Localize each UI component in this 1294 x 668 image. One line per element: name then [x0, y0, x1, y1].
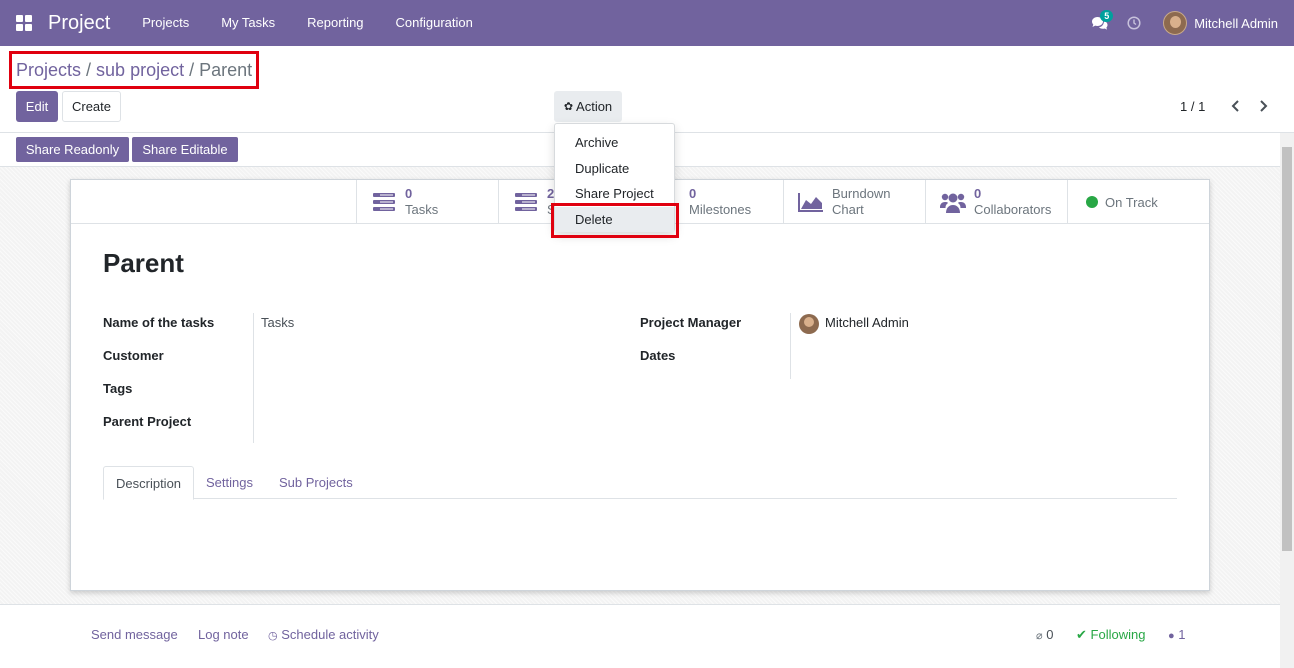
tasks-label: Tasks [405, 202, 439, 217]
field-value-project-manager[interactable]: Mitchell Admin [825, 315, 909, 330]
create-button[interactable]: Create [62, 91, 121, 122]
sub-tasks-icon [513, 189, 539, 215]
field-divider-left [253, 313, 254, 443]
followers-button[interactable]: ● 1 [1168, 627, 1186, 642]
action-button[interactable]: ✿ Action [554, 91, 622, 122]
apps-menu-icon[interactable] [0, 0, 48, 46]
milestones-count: 0 [689, 186, 697, 201]
control-panel: Projects / sub project / Parent Edit Cre… [0, 46, 1294, 133]
gear-icon: ✿ [563, 101, 574, 113]
pager-next-button[interactable] [1253, 96, 1273, 116]
scrollbar-thumb[interactable] [1282, 147, 1292, 551]
followers-count: 1 [1178, 627, 1186, 642]
record-title: Parent [103, 248, 184, 278]
stat-collaborators[interactable]: 0 Collaborators [925, 180, 1067, 224]
chevron-left-icon [1231, 100, 1239, 112]
share-readonly-button[interactable]: Share Readonly [16, 137, 129, 162]
edit-button[interactable]: Edit [16, 91, 58, 122]
app-brand[interactable]: Project [48, 12, 110, 35]
tab-description[interactable]: Description [103, 466, 195, 500]
chevron-right-icon [1260, 100, 1268, 112]
attachments-count: 0 [1046, 627, 1054, 642]
pager-value[interactable]: 1 / 1 [1180, 99, 1205, 114]
stat-tasks[interactable]: 0 Tasks [356, 180, 498, 224]
send-message-button[interactable]: Send message [91, 627, 178, 642]
burndown-label-line1: Burndown [832, 186, 891, 201]
user-avatar [1163, 11, 1188, 35]
notebook-tabs: Description Settings Sub Projects [103, 466, 1177, 500]
milestones-label: Milestones [689, 202, 752, 217]
chat-icon[interactable]: 5 [1079, 0, 1119, 46]
attachments-button[interactable]: ⌀ 0 [1036, 627, 1053, 642]
pager-previous-button[interactable] [1226, 96, 1246, 116]
field-label-dates: Dates [640, 348, 676, 363]
chatter-bar: Send message Log note ◷ Schedule activit… [0, 604, 1280, 668]
field-divider-right [790, 313, 791, 379]
log-note-button[interactable]: Log note [198, 627, 249, 642]
user-menu[interactable]: Mitchell Admin [1149, 0, 1294, 46]
check-icon: ✔ [1076, 627, 1087, 642]
following-button[interactable]: ✔ Following [1076, 627, 1145, 643]
burndown-label-line2: Chart [832, 202, 864, 217]
page-scrollbar[interactable] [1280, 133, 1294, 668]
user-icon: ● [1168, 630, 1175, 642]
tasks-count: 0 [405, 186, 413, 201]
menu-projects[interactable]: Projects [126, 0, 205, 46]
clock-icon: ◷ [268, 630, 278, 642]
menu-item-duplicate[interactable]: Duplicate [555, 156, 674, 181]
status-label: On Track [1105, 194, 1158, 210]
field-label-parent-project: Parent Project [103, 414, 192, 429]
following-label: Following [1090, 627, 1146, 642]
field-label-customer: Customer [103, 348, 164, 363]
menu-my-tasks[interactable]: My Tasks [205, 0, 291, 46]
status-dot-icon [1086, 196, 1098, 208]
tasks-icon [371, 189, 397, 215]
field-value-name-of-tasks[interactable]: Tasks [261, 315, 294, 330]
share-editable-button[interactable]: Share Editable [132, 137, 238, 162]
users-icon [940, 189, 966, 215]
area-chart-icon [798, 189, 824, 215]
user-name: Mitchell Admin [1194, 15, 1278, 31]
field-label-tags: Tags [103, 381, 133, 396]
tab-sub-projects[interactable]: Sub Projects [267, 466, 365, 499]
schedule-activity-label: Schedule activity [281, 627, 379, 642]
manager-avatar [799, 314, 819, 334]
delete-highlight-box [551, 203, 679, 238]
top-navbar: Project Projects My Tasks Reporting Conf… [0, 0, 1294, 46]
breadcrumb-highlight-box [9, 51, 259, 89]
form-sheet: 0 Tasks 2 S 0 Milestones Burndown Chart … [70, 179, 1210, 591]
field-label-project-manager: Project Manager [640, 315, 742, 330]
schedule-activity-button[interactable]: ◷ Schedule activity [268, 627, 379, 642]
menu-configuration[interactable]: Configuration [380, 0, 489, 46]
chat-count-badge: 5 [1100, 10, 1114, 22]
stat-status[interactable]: On Track [1067, 180, 1209, 224]
collaborators-label: Collaborators [974, 202, 1052, 217]
activity-clock-icon[interactable] [1119, 0, 1149, 46]
action-button-label: Action [576, 99, 613, 114]
field-label-name-of-tasks: Name of the tasks [103, 315, 215, 330]
paperclip-icon: ⌀ [1036, 630, 1043, 642]
tab-settings[interactable]: Settings [194, 466, 265, 499]
stat-burndown-chart[interactable]: Burndown Chart [783, 180, 925, 224]
menu-reporting[interactable]: Reporting [291, 0, 379, 46]
menu-item-archive[interactable]: Archive [555, 130, 674, 155]
collaborators-count: 0 [974, 186, 982, 201]
